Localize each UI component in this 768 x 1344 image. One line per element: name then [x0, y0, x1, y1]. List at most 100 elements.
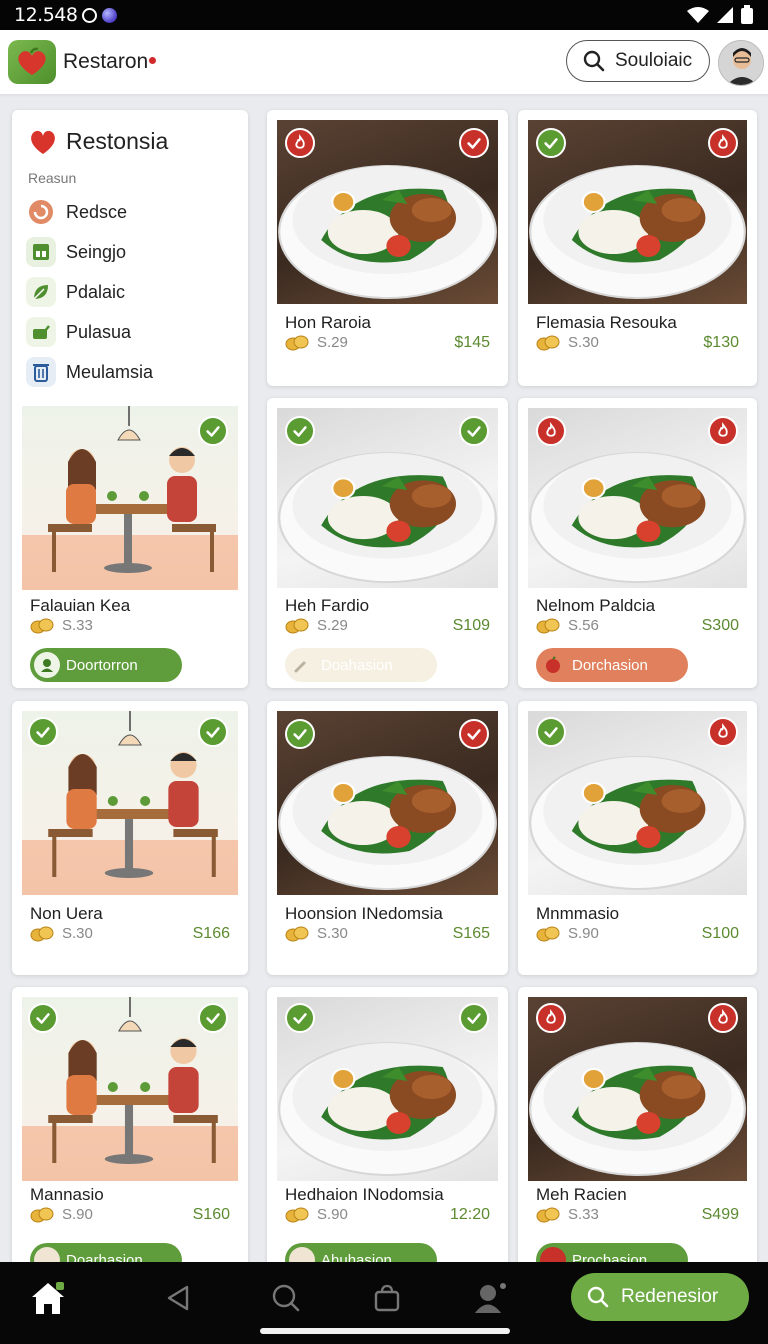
flame-badge-icon[interactable] — [708, 1003, 738, 1033]
dish-meta: S.30 — [285, 925, 348, 942]
flame-badge-icon[interactable] — [536, 1003, 566, 1033]
sidebar-item-label: Pulasua — [66, 321, 132, 342]
flame-badge-icon[interactable] — [285, 128, 315, 158]
dish-price: S165 — [452, 925, 490, 942]
dish-meta: S.29 — [285, 334, 348, 351]
flame-badge-icon[interactable] — [536, 416, 566, 446]
signal-icon — [717, 7, 733, 23]
dish-meta: S.29 — [285, 617, 348, 634]
featured-name: Falauian Kea — [30, 596, 131, 615]
nav-back[interactable] — [158, 1278, 198, 1318]
app-bar: Restaron Souloiaic — [0, 30, 768, 94]
sidebar-title: Restonsia — [66, 128, 169, 154]
coin-icon — [536, 618, 560, 634]
check-badge-icon[interactable] — [459, 719, 489, 749]
meta-text: S.30 — [317, 925, 348, 942]
dish-meta: S.33 — [536, 1206, 599, 1223]
nav-profile[interactable] — [470, 1278, 510, 1318]
check-badge-icon[interactable] — [198, 416, 228, 446]
dish-action-button[interactable]: Doahasion — [285, 648, 437, 682]
coin-icon — [30, 926, 54, 942]
dish-price: S100 — [701, 925, 739, 942]
dish-name: Flemasia Resouka — [536, 313, 677, 332]
coin-icon — [30, 618, 54, 634]
sidebar-item-pdalaic[interactable]: Pdalaic — [26, 276, 125, 308]
home-indicator[interactable] — [260, 1328, 510, 1334]
dish-meta: S.90 — [536, 925, 599, 942]
check-badge-icon[interactable] — [28, 1003, 58, 1033]
menu-card[interactable]: Flemasia Resouka S.30 $130 — [518, 110, 757, 386]
sidebar-item-pulasua[interactable]: Pulasua — [26, 316, 131, 348]
check-badge-icon[interactable] — [459, 1003, 489, 1033]
search-button[interactable]: Souloiaic — [566, 40, 710, 82]
meta-text: S.56 — [568, 617, 599, 634]
featured-action-button[interactable]: Doortorron — [30, 648, 182, 682]
menu-card[interactable]: Hon Raroia S.29 $145 — [267, 110, 508, 386]
check-badge-icon[interactable] — [285, 1003, 315, 1033]
check-badge-icon[interactable] — [285, 416, 315, 446]
cta-label: Redenesior — [621, 1286, 719, 1307]
bag-icon — [374, 1284, 400, 1312]
meta-text: S.30 — [568, 334, 599, 351]
dish-name: Non Uera — [30, 904, 103, 923]
user-avatar[interactable] — [718, 40, 764, 86]
dish-name: Nelnom Paldcia — [536, 596, 656, 615]
notification-dot — [148, 55, 158, 65]
brand-heart-icon — [31, 130, 55, 154]
sidebar-item-seingjo[interactable]: Seingjo — [26, 236, 126, 268]
menu-card[interactable]: Mannasio S.90 S160 Doarhasion — [12, 987, 248, 1277]
flame-badge-icon[interactable] — [708, 128, 738, 158]
home-icon — [32, 1282, 64, 1314]
app-title: Restaron — [63, 50, 149, 73]
nav-search[interactable] — [266, 1278, 306, 1318]
dish-name: Mannasio — [30, 1185, 104, 1204]
meta-text: S.33 — [568, 1206, 599, 1223]
dish-name: Hon Raroia — [285, 313, 371, 332]
flame-badge-icon[interactable] — [708, 416, 738, 446]
menu-card[interactable]: Mnmmasio S.90 S100 — [518, 701, 757, 975]
menu-card[interactable]: Hedhaion INodomsia S.90 12:20 Ahuhasion — [267, 987, 508, 1277]
profile-icon — [475, 1283, 506, 1313]
dish-meta: S.56 — [536, 617, 599, 634]
sidebar-item-meulamsia[interactable]: Meulamsia — [26, 356, 153, 388]
grid-icon — [26, 237, 56, 267]
app-logo-icon[interactable] — [8, 40, 56, 84]
notification-icon — [82, 7, 98, 23]
check-badge-icon[interactable] — [536, 717, 566, 747]
check-badge-icon[interactable] — [536, 128, 566, 158]
check-badge-icon[interactable] — [459, 128, 489, 158]
featured-meta: S.33 — [30, 617, 93, 634]
menu-card[interactable]: Nelnom Paldcia S.56 S300 Dorchasion — [518, 398, 757, 688]
sidebar-item-label: Seingjo — [66, 241, 127, 262]
check-badge-icon[interactable] — [198, 1003, 228, 1033]
menu-card[interactable]: Hoonsion INedomsia S.30 S165 — [267, 701, 508, 975]
search-icon — [587, 1286, 609, 1308]
flame-badge-icon[interactable] — [708, 717, 738, 747]
nav-home[interactable] — [28, 1278, 68, 1318]
nav-bag[interactable] — [367, 1278, 407, 1318]
coin-icon — [30, 1207, 54, 1223]
dish-name: Hoonsion INedomsia — [285, 904, 443, 923]
sidebar-item-label: Pdalaic — [66, 281, 126, 302]
menu-card[interactable]: Non Uera S.30 S166 — [12, 701, 248, 975]
bottom-nav: Redenesior — [0, 1262, 768, 1344]
back-icon — [167, 1285, 189, 1311]
person-icon — [34, 652, 60, 678]
recommendation-button[interactable]: Redenesior — [571, 1273, 749, 1321]
action-label: Doortorron — [66, 656, 138, 674]
check-badge-icon[interactable] — [285, 719, 315, 749]
dish-meta: S.90 — [285, 1206, 348, 1223]
check-badge-icon[interactable] — [198, 717, 228, 747]
wifi-icon — [687, 7, 709, 23]
check-badge-icon[interactable] — [459, 416, 489, 446]
menu-card[interactable]: Meh Racien S.33 S499 Prochasion — [518, 987, 757, 1277]
sidebar-item-redsce[interactable]: Redsce — [26, 196, 127, 228]
meta-text: S.29 — [317, 334, 348, 351]
dish-action-button[interactable]: Dorchasion — [536, 648, 688, 682]
coin-icon — [536, 926, 560, 942]
check-badge-icon[interactable] — [28, 717, 58, 747]
menu-card[interactable]: Heh Fardio S.29 S109 Doahasion — [267, 398, 508, 688]
dish-price: S109 — [452, 617, 490, 634]
meta-text: S.90 — [317, 1206, 348, 1223]
action-label: Dorchasion — [572, 656, 648, 674]
